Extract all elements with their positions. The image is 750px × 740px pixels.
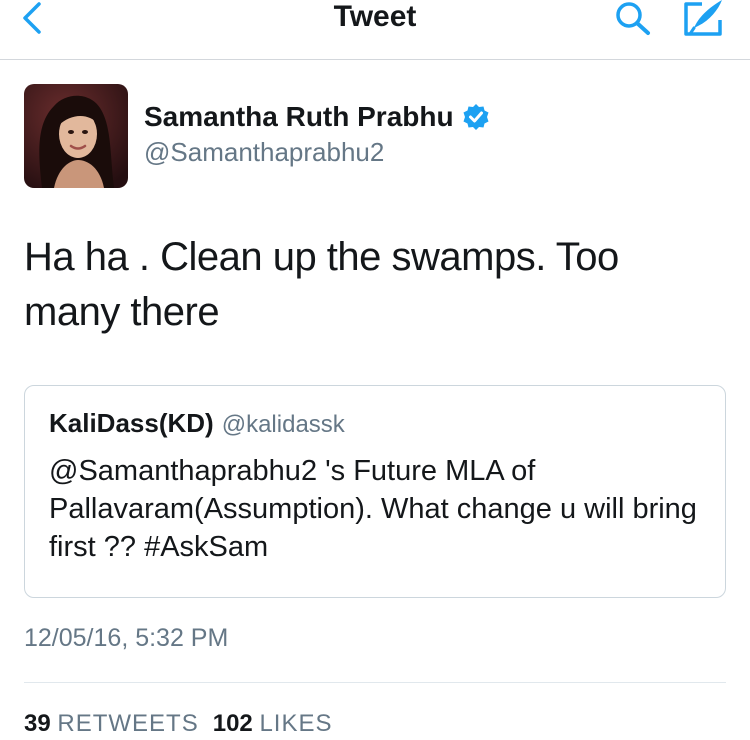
quoted-tweet-card[interactable]: KaliDass(KD) @kalidassk @Samanthaprabhu2 … [24,385,726,598]
author-display-name: Samantha Ruth Prabhu [144,101,454,132]
compose-tweet-button[interactable] [680,0,726,36]
compose-feather-icon [684,0,722,36]
tweet-stats: 39 RETWEETS 102 LIKES [24,708,346,740]
author-name-row[interactable]: Samantha Ruth Prabhu [144,100,490,134]
tweet-timestamp: 12/05/16, 5:32 PM [24,624,229,652]
author-handle[interactable]: @Samanthaprabhu2 [144,136,384,168]
quoted-author-handle: @kalidassk [221,411,345,438]
quoted-tweet-header: KaliDass(KD) @kalidassk [49,408,345,439]
search-button[interactable] [610,0,654,36]
quoted-tweet-text: @Samanthaprabhu2 's Future MLA of Pallav… [49,455,697,563]
divider [24,682,726,683]
top-nav-bar: Tweet [0,0,750,60]
tweet-text: Ha ha . Clean up the swamps. Too many th… [24,235,619,334]
quoted-author-name: KaliDass(KD) [49,408,214,438]
avatar-photo [24,84,128,188]
avatar[interactable] [24,84,128,188]
search-icon [616,2,650,35]
verified-badge-icon [463,104,489,130]
